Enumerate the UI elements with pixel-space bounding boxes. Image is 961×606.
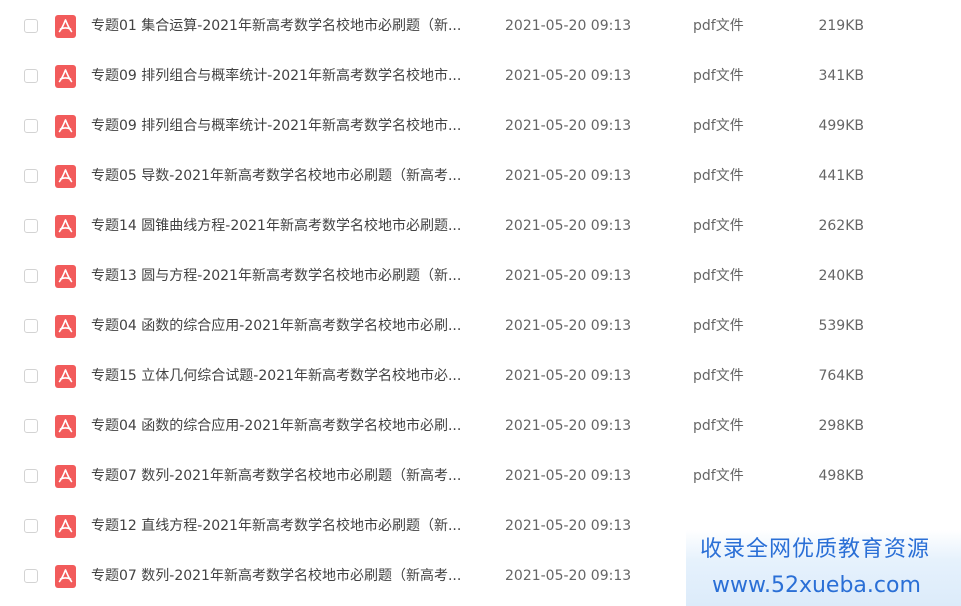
file-date: 2021-05-20 09:13	[505, 468, 632, 484]
file-name-link[interactable]: 专题09 排列组合与概率统计-2021年新高考数学名校地市...	[91, 117, 483, 136]
pdf-file-icon	[55, 115, 76, 138]
file-name-link[interactable]: 专题01 集合运算-2021年新高考数学名校地市必刷题（新...	[91, 17, 483, 36]
file-type: pdf文件	[693, 68, 744, 84]
file-date: 2021-05-20 09:13	[505, 268, 632, 284]
file-name-link[interactable]: 专题07 数列-2021年新高考数学名校地市必刷题（新高考...	[91, 467, 483, 486]
watermark-slogan: 收录全网优质教育资源	[700, 537, 931, 562]
pdf-file-icon	[55, 465, 76, 488]
pdf-file-icon	[55, 65, 76, 88]
site-watermark: 收录全网优质教育资源 www.52xueba.com	[686, 530, 961, 606]
watermark-url: www.52xueba.com	[712, 573, 921, 598]
file-name-link[interactable]: 专题04 函数的综合应用-2021年新高考数学名校地市必刷...	[91, 417, 483, 436]
row-checkbox[interactable]	[24, 119, 38, 133]
file-type: pdf文件	[693, 368, 744, 384]
file-row[interactable]: 专题07 数列-2021年新高考数学名校地市必刷题（新高考... 2021-05…	[0, 452, 961, 502]
file-row[interactable]: 专题01 集合运算-2021年新高考数学名校地市必刷题（新... 2021-05…	[0, 2, 961, 52]
file-name-link[interactable]: 专题12 直线方程-2021年新高考数学名校地市必刷题（新...	[91, 517, 483, 536]
file-name-link[interactable]: 专题04 函数的综合应用-2021年新高考数学名校地市必刷...	[91, 317, 483, 336]
file-name-link[interactable]: 专题13 圆与方程-2021年新高考数学名校地市必刷题（新...	[91, 267, 483, 286]
file-type: pdf文件	[693, 218, 744, 234]
file-row[interactable]: 专题09 排列组合与概率统计-2021年新高考数学名校地市... 2021-05…	[0, 52, 961, 102]
row-checkbox[interactable]	[24, 169, 38, 183]
row-checkbox[interactable]	[24, 519, 38, 533]
row-checkbox[interactable]	[24, 69, 38, 83]
file-row[interactable]: 专题04 函数的综合应用-2021年新高考数学名校地市必刷... 2021-05…	[0, 402, 961, 452]
file-name-link[interactable]: 专题15 立体几何综合试题-2021年新高考数学名校地市必...	[91, 367, 483, 386]
row-checkbox[interactable]	[24, 469, 38, 483]
row-checkbox[interactable]	[24, 569, 38, 583]
file-row[interactable]: 专题05 导数-2021年新高考数学名校地市必刷题（新高考... 2021-05…	[0, 152, 961, 202]
file-size: 298KB	[818, 418, 864, 434]
file-size: 262KB	[818, 218, 864, 234]
pdf-file-icon	[55, 315, 76, 338]
file-row[interactable]: 专题15 立体几何综合试题-2021年新高考数学名校地市必... 2021-05…	[0, 352, 961, 402]
file-row[interactable]: 专题04 函数的综合应用-2021年新高考数学名校地市必刷... 2021-05…	[0, 302, 961, 352]
row-checkbox[interactable]	[24, 19, 38, 33]
file-date: 2021-05-20 09:13	[505, 568, 632, 584]
file-date: 2021-05-20 09:13	[505, 368, 632, 384]
file-date: 2021-05-20 09:13	[505, 18, 632, 34]
file-date: 2021-05-20 09:13	[505, 68, 632, 84]
file-row[interactable]: 专题09 排列组合与概率统计-2021年新高考数学名校地市... 2021-05…	[0, 102, 961, 152]
row-checkbox[interactable]	[24, 219, 38, 233]
file-size: 341KB	[818, 68, 864, 84]
pdf-file-icon	[55, 215, 76, 238]
file-date: 2021-05-20 09:13	[505, 118, 632, 134]
pdf-file-icon	[55, 15, 76, 38]
file-date: 2021-05-20 09:13	[505, 318, 632, 334]
file-type: pdf文件	[693, 118, 744, 134]
file-type: pdf文件	[693, 18, 744, 34]
pdf-file-icon	[55, 415, 76, 438]
file-size: 441KB	[818, 168, 864, 184]
pdf-file-icon	[55, 265, 76, 288]
pdf-file-icon	[55, 565, 76, 588]
file-size: 499KB	[818, 118, 864, 134]
file-date: 2021-05-20 09:13	[505, 168, 632, 184]
file-date: 2021-05-20 09:13	[505, 218, 632, 234]
file-name-link[interactable]: 专题14 圆锥曲线方程-2021年新高考数学名校地市必刷题...	[91, 217, 483, 236]
file-row[interactable]: 专题13 圆与方程-2021年新高考数学名校地市必刷题（新... 2021-05…	[0, 252, 961, 302]
file-size: 240KB	[818, 268, 864, 284]
row-checkbox[interactable]	[24, 369, 38, 383]
file-size: 764KB	[818, 368, 864, 384]
file-size: 498KB	[818, 468, 864, 484]
pdf-file-icon	[55, 165, 76, 188]
file-type: pdf文件	[693, 418, 744, 434]
row-checkbox[interactable]	[24, 269, 38, 283]
row-checkbox[interactable]	[24, 419, 38, 433]
file-type: pdf文件	[693, 268, 744, 284]
file-type: pdf文件	[693, 318, 744, 334]
file-size: 539KB	[818, 318, 864, 334]
file-row[interactable]: 专题14 圆锥曲线方程-2021年新高考数学名校地市必刷题... 2021-05…	[0, 202, 961, 252]
row-checkbox[interactable]	[24, 319, 38, 333]
file-name-link[interactable]: 专题09 排列组合与概率统计-2021年新高考数学名校地市...	[91, 67, 483, 86]
file-date: 2021-05-20 09:13	[505, 518, 632, 534]
file-name-link[interactable]: 专题05 导数-2021年新高考数学名校地市必刷题（新高考...	[91, 167, 483, 186]
pdf-file-icon	[55, 515, 76, 538]
pdf-file-icon	[55, 365, 76, 388]
file-type: pdf文件	[693, 468, 744, 484]
file-name-link[interactable]: 专题07 数列-2021年新高考数学名校地市必刷题（新高考...	[91, 567, 483, 586]
file-size: 219KB	[818, 18, 864, 34]
file-type: pdf文件	[693, 168, 744, 184]
file-list: 专题01 集合运算-2021年新高考数学名校地市必刷题（新... 2021-05…	[0, 2, 961, 602]
file-date: 2021-05-20 09:13	[505, 418, 632, 434]
